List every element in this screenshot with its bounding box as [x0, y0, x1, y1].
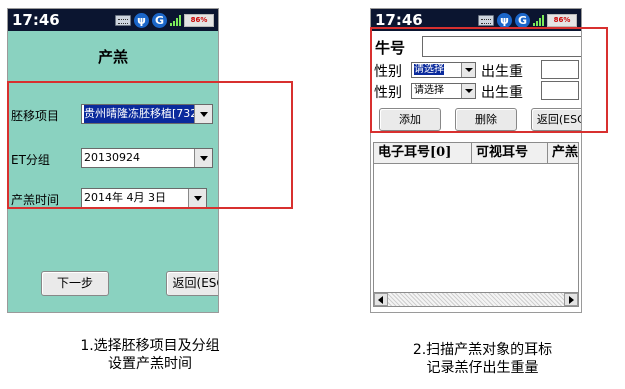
status-time: 17:46 [12, 11, 60, 29]
highlight-box [370, 27, 608, 133]
table-body[interactable] [373, 164, 579, 292]
battery-percent: 86% [553, 15, 571, 24]
next-step-button[interactable]: 下一步 [41, 271, 109, 296]
caption-step-1-line-2: 设置产羔时间 [108, 356, 192, 372]
g-network-icon: G [152, 12, 167, 28]
keyboard-icon[interactable] [115, 14, 131, 26]
status-bar: 17:46 ψ G 86% [8, 9, 218, 31]
column-header-visual-ear-tag[interactable]: 可视耳号 [472, 143, 548, 163]
g-network-icon: G [515, 12, 530, 28]
scroll-right-icon[interactable] [564, 293, 578, 306]
signal-icon [170, 14, 181, 26]
keyboard-icon[interactable] [478, 14, 494, 26]
highlight-box [7, 81, 293, 209]
caption-step-2: 2.扫描产羔对象的耳标 记录羔仔出生重量 [360, 341, 605, 377]
back-esc-button[interactable]: 返回(ESC) [166, 271, 218, 296]
column-header-electronic-ear-tag[interactable]: 电子耳号[0] [374, 143, 472, 163]
usb-icon: ψ [497, 12, 512, 28]
caption-step-2-line-1: 2.扫描产羔对象的耳标 [412, 342, 553, 358]
table-header: 电子耳号[0] 可视耳号 产羔 [373, 142, 579, 164]
horizontal-scrollbar[interactable] [373, 292, 579, 307]
battery-icon: 86% [184, 13, 214, 27]
caption-step-1: 1.选择胚移项目及分组 设置产羔时间 [0, 337, 300, 373]
caption-step-2-line-2: 记录羔仔出生重量 [426, 360, 539, 376]
status-icons: ψ G 86% [478, 12, 577, 28]
status-icons: ψ G 86% [115, 12, 214, 28]
scroll-left-icon[interactable] [374, 293, 388, 306]
caption-step-1-line-1: 1.选择胚移项目及分组 [80, 338, 220, 354]
usb-icon: ψ [134, 12, 149, 28]
battery-percent: 86% [190, 15, 208, 24]
signal-icon [533, 14, 544, 26]
battery-icon: 86% [547, 13, 577, 27]
column-header-lambing[interactable]: 产羔 [548, 143, 578, 163]
page-title: 产羔 [97, 48, 128, 66]
